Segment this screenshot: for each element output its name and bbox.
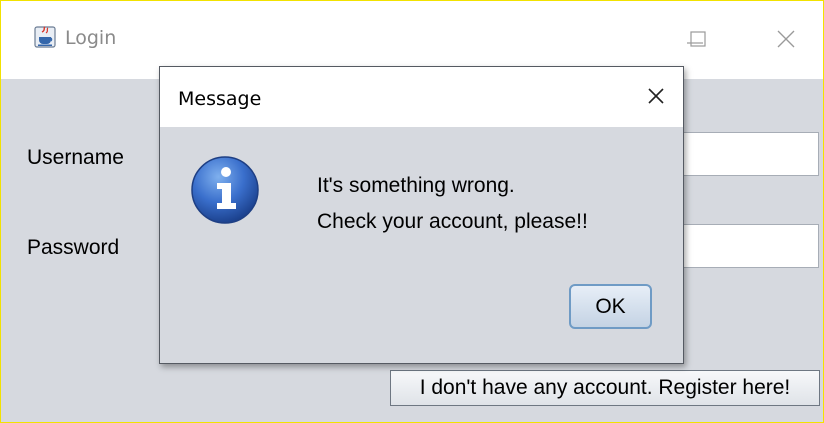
ok-button[interactable]: OK [569, 284, 652, 329]
username-label: Username [27, 146, 124, 169]
register-button[interactable]: I don't have any account. Register here! [390, 370, 820, 406]
maximize-icon [690, 31, 706, 47]
dialog-title: Message [178, 88, 262, 110]
maximize-button[interactable] [680, 21, 716, 57]
dialog-title-bar[interactable]: Message [160, 67, 683, 127]
close-window-button[interactable] [768, 21, 804, 57]
message-line-1: It's something wrong. [317, 174, 515, 197]
dialog-close-button[interactable] [642, 82, 670, 110]
password-input[interactable] [661, 224, 819, 268]
window-title: Login [65, 27, 117, 49]
close-icon [648, 88, 664, 104]
username-input[interactable] [661, 132, 819, 176]
message-line-2: Check your account, please!! [317, 210, 588, 233]
java-app-icon [34, 26, 56, 48]
close-icon [777, 30, 795, 48]
info-icon [191, 156, 259, 224]
message-dialog: Message It's something wrong. Check your… [159, 66, 684, 364]
login-window: Login Username Password I don't have any… [0, 0, 824, 423]
password-label: Password [27, 236, 120, 259]
